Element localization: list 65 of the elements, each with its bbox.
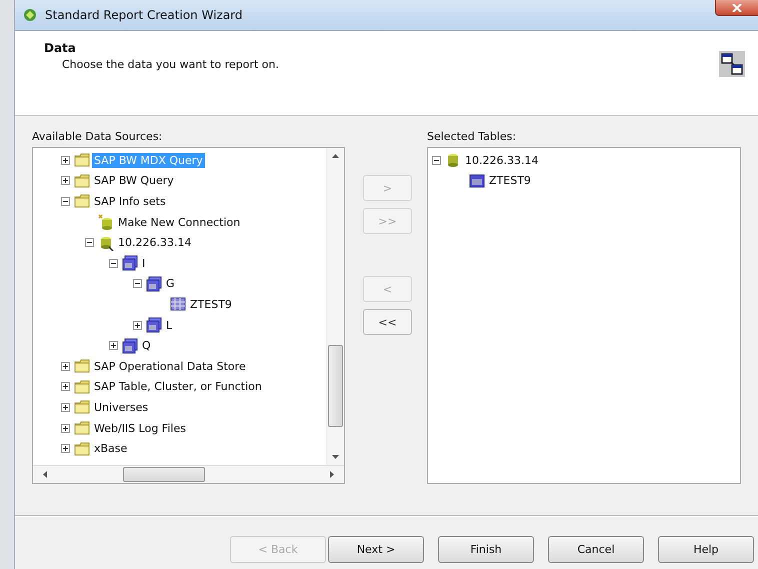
page-subtitle: Choose the data you want to report on. (62, 58, 279, 71)
expand-icon[interactable] (61, 362, 70, 371)
move-button[interactable]: << (363, 309, 412, 335)
help-button[interactable]: Help (658, 536, 754, 563)
collapse-icon[interactable] (432, 156, 441, 165)
tree-item[interactable]: SAP Info sets (92, 194, 168, 209)
expand-icon[interactable] (61, 424, 70, 433)
collapse-icon[interactable] (85, 238, 94, 248)
tree-item[interactable]: SAP BW Query (92, 173, 176, 188)
tree-item[interactable]: Make New Connection (116, 214, 242, 230)
vertical-scrollbar[interactable] (326, 148, 344, 465)
tree-item[interactable]: xBase (92, 441, 130, 456)
selected-tables-label: Selected Tables: (427, 130, 518, 145)
folder-icon (74, 399, 90, 416)
tree-item[interactable]: SAP Operational Data Store (92, 358, 248, 374)
cancel-button[interactable]: Cancel (548, 536, 644, 563)
available-sources-label: Available Data Sources: (32, 130, 164, 145)
table-stack-icon (146, 317, 162, 334)
expand-icon[interactable] (61, 444, 70, 454)
horizontal-scrollbar[interactable] (33, 465, 344, 483)
table-icon (170, 296, 186, 312)
expand-icon[interactable] (133, 320, 142, 330)
folder-icon (74, 440, 90, 457)
tree-item[interactable]: SAP Table, Cluster, or Function (92, 379, 264, 394)
folder-icon (74, 378, 90, 395)
tree-item[interactable]: Universes (92, 400, 150, 415)
tree-item[interactable]: I (140, 256, 148, 271)
tree-item[interactable]: Q (140, 338, 153, 354)
folder-icon (74, 172, 90, 189)
table-stack-icon (146, 276, 162, 292)
expand-icon[interactable] (61, 156, 70, 165)
tree-item[interactable]: ZTEST9 (188, 296, 234, 312)
close-button[interactable] (715, 0, 758, 16)
expand-icon[interactable] (109, 341, 118, 350)
linked-tables-icon (719, 51, 745, 77)
folder-icon (74, 420, 90, 436)
expand-icon[interactable] (61, 176, 70, 186)
tree-item[interactable]: ZTEST9 (487, 173, 533, 188)
finish-button[interactable]: Finish (438, 536, 534, 563)
table-stack-icon (122, 338, 138, 354)
collapse-icon[interactable] (109, 258, 118, 268)
expand-icon[interactable] (61, 382, 70, 392)
collapse-icon[interactable] (133, 279, 142, 288)
expand-icon[interactable] (61, 402, 70, 412)
tree-item[interactable]: G (164, 276, 177, 292)
table-stack-icon (122, 255, 138, 272)
tree-item[interactable]: 10.226.33.14 (116, 235, 194, 250)
close-icon (732, 4, 742, 12)
scroll-thumb[interactable] (328, 345, 343, 427)
tree-item[interactable]: 10.226.33.14 (463, 152, 540, 168)
tree-item[interactable]: L (164, 318, 174, 333)
database-icon (98, 234, 114, 251)
window-title: Standard Report Creation Wizard (45, 8, 243, 22)
database-icon (445, 152, 461, 168)
page-title: Data (44, 41, 77, 55)
table-icon (469, 172, 485, 189)
collapse-icon[interactable] (61, 196, 70, 206)
folder-icon (74, 152, 90, 168)
database-icon (98, 214, 114, 230)
folder-icon (74, 193, 90, 210)
tree-item[interactable]: Web/IIS Log Files (92, 420, 188, 436)
next-button[interactable]: Next > (328, 536, 424, 563)
scroll-thumb[interactable] (123, 467, 205, 482)
folder-icon (74, 358, 90, 374)
app-icon (23, 8, 37, 22)
